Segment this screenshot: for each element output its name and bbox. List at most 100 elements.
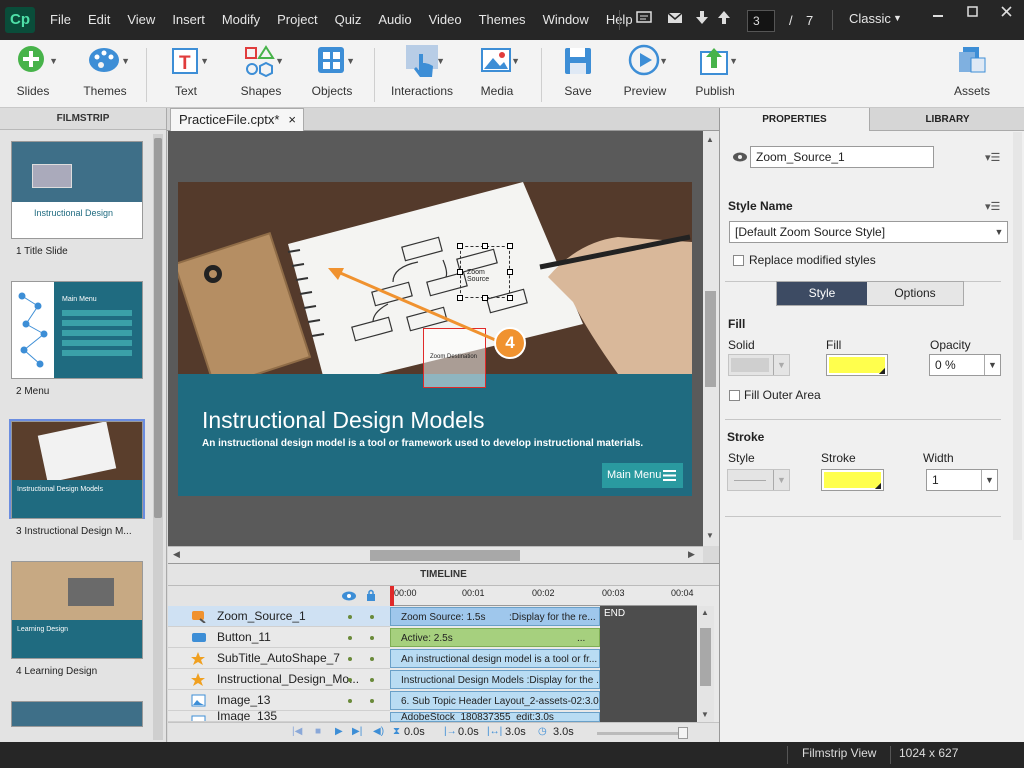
tick-label: 00:04 [671,588,694,598]
options-tab[interactable]: Options [867,282,963,305]
save-button[interactable]: Save [560,44,596,98]
maximize-icon[interactable] [955,0,989,24]
zoom-slider-handle[interactable] [678,727,688,739]
stroke-label: Stroke [821,451,856,465]
forward-end-icon[interactable]: ▶| [352,726,362,737]
publish-button[interactable]: ▼ Publish [692,44,738,98]
assets-button[interactable]: Assets [952,44,992,98]
close-icon[interactable] [989,0,1023,24]
slide-thumb-1[interactable]: Instructional Design [11,141,143,239]
thumb-title: Learning Design [17,626,68,633]
slide-thumb-2[interactable]: Main Menu [11,281,143,379]
stroke-color-swatch[interactable]: ◢ [821,469,884,491]
timeline-bar[interactable]: AdobeStock_180837355_edit:3.0s [390,712,600,722]
layer-row[interactable]: Image_135 [168,711,390,722]
timeline-bar[interactable]: Active: 2.5s ... [390,628,600,647]
playhead[interactable] [390,586,394,606]
properties-scrollbar[interactable] [1013,132,1022,540]
stage-horizontal-scrollbar[interactable]: ◀ ▶ [168,546,703,563]
menu-themes[interactable]: Themes [479,12,526,27]
objects-button[interactable]: ▼ Objects [310,44,355,98]
fill-color-swatch[interactable]: ◢ [826,354,888,376]
arrow-up-icon[interactable] [718,11,730,29]
menu-modify[interactable]: Modify [222,12,260,27]
slide-thumb-3[interactable]: Instructional Design Models [11,421,143,519]
minimize-icon[interactable] [921,0,955,24]
interactions-button[interactable]: ▼ Interactions [391,44,453,98]
timeline-vertical-scrollbar[interactable]: ▲ ▼ [698,606,714,722]
text-button[interactable]: T ▼ Text [164,44,209,98]
options-menu-icon[interactable]: ▾☰ [985,151,1000,164]
zoom-slider[interactable] [597,732,687,735]
menu-edit[interactable]: Edit [88,12,110,27]
preview-button[interactable]: ▼ Preview [622,44,668,98]
menu-quiz[interactable]: Quiz [335,12,362,27]
arrow-down-icon[interactable] [696,11,708,29]
style-menu-icon[interactable]: ▾☰ [985,200,1000,213]
scroll-down-icon[interactable]: ▼ [701,710,709,719]
slide-thumb-5[interactable] [11,701,143,727]
tick-label: 00:00 [394,588,417,598]
layer-row[interactable]: Button_11 [168,627,390,648]
filmstrip-scroll-thumb[interactable] [154,138,162,518]
timeline-bar[interactable]: Zoom Source: 1.5s :Display for the re... [390,607,600,626]
width-label: Width [923,451,954,465]
time-ruler[interactable]: 00:00 00:01 00:02 00:03 00:04 [390,586,697,606]
slide-label-4: 4 Learning Design [16,666,98,677]
visibility-eye-icon[interactable] [732,152,748,162]
timeline-bar[interactable]: 6. Sub Topic Header Layout_2-assets-02:3… [390,691,600,710]
layer-row[interactable]: Instructional_Design_Mo... [168,669,390,690]
layer-row[interactable]: Image_13 [168,690,390,711]
fill-outer-area-checkbox[interactable] [729,390,740,401]
volume-icon[interactable]: ◀) [373,726,384,737]
slide-thumb-4[interactable]: Learning Design [11,561,143,659]
menu-project[interactable]: Project [277,12,317,27]
slide-canvas[interactable]: Instructional Design Models An instructi… [178,182,692,496]
mail-icon[interactable] [667,11,683,28]
chevron-down-icon[interactable]: ▼ [893,13,902,23]
timeline-bar[interactable]: Instructional Design Models :Display for… [390,670,600,689]
slides-button[interactable]: ▼ Slides [12,44,58,98]
stroke-width-input[interactable]: 1 ▼ [926,469,998,491]
object-name-input[interactable]: Zoom_Source_1 [750,146,934,168]
themes-button[interactable]: ▼ Themes [82,44,130,98]
tab-library[interactable]: LIBRARY [869,108,1024,131]
document-tab[interactable]: PracticeFile.cptx* × [170,108,304,131]
menu-view[interactable]: View [127,12,155,27]
replace-styles-checkbox[interactable] [733,255,744,266]
opacity-input[interactable]: 0 % ▼ [929,354,1001,376]
layer-row[interactable]: Zoom_Source_1 [168,606,390,627]
menu-video[interactable]: Video [429,12,462,27]
filmstrip-scrollbar[interactable] [153,134,163,740]
scroll-left-icon[interactable]: ◀ [173,549,180,560]
style-tab[interactable]: Style [777,282,867,305]
menu-audio[interactable]: Audio [378,12,411,27]
scroll-up-icon[interactable]: ▲ [706,135,714,144]
style-name-select[interactable]: [Default Zoom Source Style] ▼ [729,221,1008,243]
scroll-thumb[interactable] [700,628,711,686]
comment-icon[interactable] [636,11,652,29]
scroll-right-icon[interactable]: ▶ [688,549,695,560]
tab-close-icon[interactable]: × [288,109,296,131]
menu-window[interactable]: Window [543,12,589,27]
scroll-up-icon[interactable]: ▲ [701,608,709,617]
stop-icon[interactable]: ■ [315,726,321,737]
media-button[interactable]: ▼ Media [474,44,520,98]
timeline-bar[interactable]: An instructional design model is a tool … [390,649,600,668]
play-icon[interactable]: ▶ [335,726,343,737]
menu-insert[interactable]: Insert [172,12,205,27]
workspace-switcher[interactable]: Classic [849,11,891,26]
scroll-thumb[interactable] [370,550,520,561]
tab-properties[interactable]: PROPERTIES [720,108,869,131]
rewind-icon[interactable]: |◀ [292,726,302,737]
lock-icon[interactable] [366,589,376,601]
menu-file[interactable]: File [50,12,71,27]
scroll-down-icon[interactable]: ▼ [706,531,714,540]
thumb-title: Instructional Design [34,208,114,218]
stage-vertical-scrollbar[interactable]: ▲ ▼ [703,131,719,546]
shapes-button[interactable]: ▼ Shapes [238,44,284,98]
eye-icon[interactable] [342,591,356,601]
layer-row[interactable]: SubTitle_AutoShape_7 [168,648,390,669]
page-number-input[interactable]: 3 [747,10,775,32]
scroll-thumb[interactable] [705,291,716,387]
